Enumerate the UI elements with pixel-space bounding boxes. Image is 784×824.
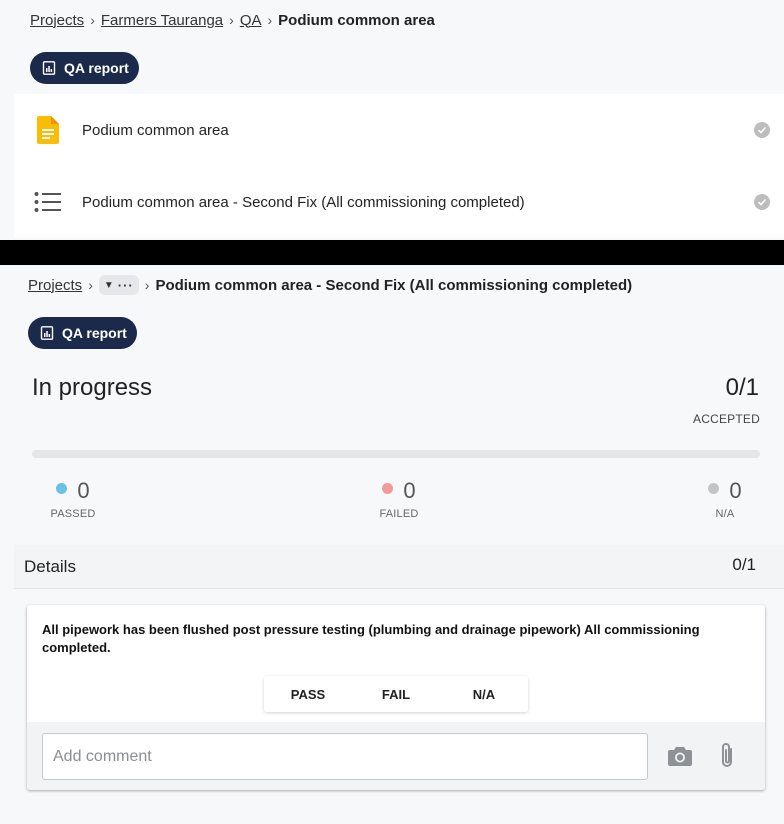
breadcrumb-farmers-tauranga[interactable]: Farmers Tauranga (101, 12, 223, 29)
breadcrumb-current: Podium common area (278, 11, 435, 29)
chevron-right-icon: › (267, 12, 273, 28)
passed-dot-icon (56, 482, 68, 494)
stat-na: 0 N/A (700, 478, 750, 520)
checklist-item-card: All pipework has been flushed post press… (27, 605, 765, 790)
list-item[interactable]: Podium common area (14, 94, 784, 166)
top-panel: Projects › Farmers Tauranga › QA › Podiu… (0, 0, 784, 240)
check-circle-icon (754, 122, 770, 138)
breadcrumb-current: Podium common area - Second Fix (All com… (155, 276, 633, 294)
details-header[interactable]: Details 0/1 (14, 545, 784, 589)
failed-count: 0 (403, 478, 416, 503)
chevron-right-icon: › (144, 277, 150, 293)
camera-icon[interactable] (667, 744, 693, 768)
progress-bar (32, 450, 760, 458)
qa-report-label: QA report (64, 60, 129, 76)
accepted-label: ACCEPTED (693, 412, 760, 426)
pass-button[interactable]: PASS (264, 676, 352, 712)
list-item-label: Podium common area - Second Fix (All com… (82, 193, 525, 211)
na-label: N/A (715, 508, 735, 520)
fail-button[interactable]: FAIL (352, 676, 440, 712)
accepted-ratio: 0/1 (725, 374, 759, 401)
na-count: 0 (729, 478, 742, 503)
document-icon (14, 116, 82, 144)
check-circle-icon (754, 194, 770, 210)
failed-dot-icon (382, 482, 394, 494)
passed-label: PASSED (50, 508, 96, 520)
stat-passed: 0 PASSED (48, 478, 98, 520)
caret-down-icon: ▼ (103, 279, 114, 291)
na-button[interactable]: N/A (440, 676, 528, 712)
list-icon (14, 191, 82, 213)
comment-input[interactable] (42, 733, 648, 780)
more-icon: ··· (117, 277, 134, 293)
chevron-right-icon: › (88, 277, 93, 293)
breadcrumb-projects[interactable]: Projects (30, 12, 84, 29)
qa-report-button[interactable]: QA report (30, 52, 139, 84)
stat-failed: 0 FAILED (374, 478, 424, 520)
breadcrumb-more-button[interactable]: ▼ ··· (98, 275, 139, 295)
chevron-right-icon: › (229, 12, 234, 28)
report-icon (42, 61, 56, 75)
na-dot-icon (708, 482, 720, 494)
report-icon (40, 326, 54, 340)
qa-list: Podium common area Podium common area - … (14, 94, 784, 238)
divider-bar (0, 240, 784, 265)
breadcrumb-projects[interactable]: Projects (28, 277, 82, 294)
list-item-label: Podium common area (82, 121, 229, 139)
list-item[interactable]: Podium common area - Second Fix (All com… (14, 166, 784, 238)
breadcrumb-qa[interactable]: QA (240, 12, 262, 29)
breadcrumb: Projects › Farmers Tauranga › QA › Podiu… (30, 10, 435, 30)
comment-bar (27, 722, 765, 790)
qa-report-button[interactable]: QA report (28, 317, 137, 349)
paperclip-icon[interactable] (717, 742, 737, 770)
details-label: Details (24, 557, 76, 576)
qa-report-label: QA report (62, 325, 127, 341)
failed-label: FAILED (379, 508, 419, 520)
breadcrumb: Projects › ▼ ··· › Podium common area - … (28, 275, 632, 295)
details-count: 0/1 (732, 555, 756, 574)
chevron-right-icon: › (90, 12, 95, 28)
status-title: In progress (32, 374, 153, 401)
passed-count: 0 (77, 478, 90, 503)
checklist-question: All pipework has been flushed post press… (42, 622, 700, 655)
result-selector: PASS FAIL N/A (264, 676, 528, 712)
